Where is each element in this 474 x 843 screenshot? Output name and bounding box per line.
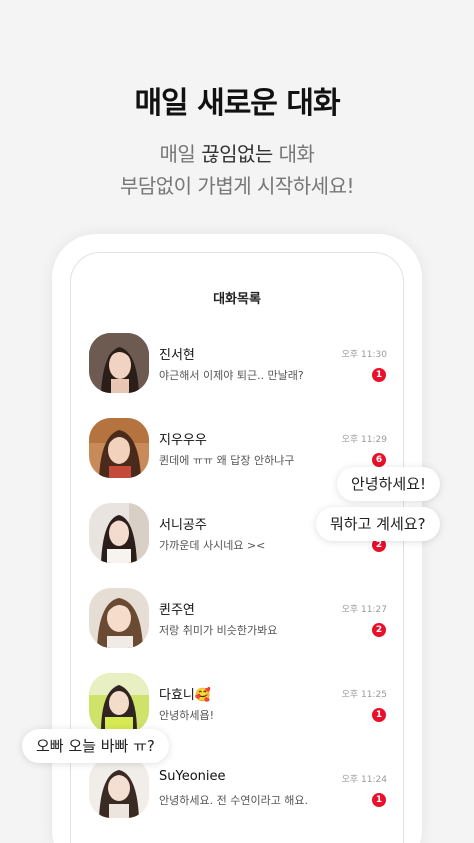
chat-list-item[interactable]: SuYeoniee 안녕하세요. 전 수연이라고 해요. 오후 11:24 1 [89, 758, 389, 818]
speech-bubble-hello: 안녕하세요! [337, 467, 441, 501]
chat-time: 오후 11:30 [341, 350, 387, 360]
avatar [89, 333, 149, 393]
unread-badge: 2 [372, 623, 386, 637]
subline-1: 매일 끊임없는 대화 [0, 138, 474, 167]
chat-name: 퀸주연 [159, 603, 195, 618]
unread-badge: 1 [372, 793, 386, 807]
chat-time: 오후 11:24 [341, 775, 387, 785]
chat-list-item[interactable]: 진서현 야근해서 이제야 퇴근.. 만날래? 오후 11:30 1 [89, 333, 389, 393]
speech-bubble-what-doing: 뭐하고 계세요? [316, 507, 440, 541]
chat-name: 지우우우 [159, 433, 207, 448]
chat-name: 서니공주 [159, 518, 207, 533]
chat-preview: 안녕하세욥! [159, 709, 215, 722]
avatar [89, 503, 149, 563]
chat-preview: 저랑 취미가 비슷한가봐요 [159, 624, 278, 637]
chat-time: 오후 11:29 [341, 435, 387, 445]
page-headline: 매일 새로운 대화 [134, 86, 340, 121]
unread-badge: 1 [372, 368, 386, 382]
subline-1-prefix: 매일 [159, 142, 202, 166]
subline-2: 부담없이 가볍게 시작하세요! [119, 174, 355, 198]
chat-name: 다효니🥰 [159, 688, 212, 703]
chat-preview: 가까운데 사시네요 >< [159, 539, 266, 552]
subline-1-suffix: 대화 [272, 142, 315, 166]
chat-list-item[interactable]: 퀸주연 저랑 취미가 비슷한가봐요 오후 11:27 2 [89, 588, 389, 648]
chat-list-item[interactable]: 다효니🥰 안녕하세욥! 오후 11:25 1 [89, 673, 389, 733]
chat-time: 오후 11:27 [341, 605, 387, 615]
avatar [89, 588, 149, 648]
avatar [89, 758, 149, 818]
chat-name: 진서현 [159, 348, 195, 363]
chat-preview: 안녕하세요. 전 수연이라고 해요. [159, 794, 309, 807]
chat-preview: 퀸데에 ㅠㅠ 왜 답장 안하냐구 [159, 454, 295, 467]
avatar [89, 418, 149, 478]
speech-bubble-busy: 오빠 오늘 바빠 ㅠ? [22, 729, 169, 763]
chat-preview: 야근해서 이제야 퇴근.. 만날래? [159, 369, 304, 382]
unread-badge: 6 [372, 453, 386, 467]
unread-badge: 1 [372, 708, 386, 722]
chat-name: SuYeoniee [159, 769, 226, 784]
subline-1-emphasis: 끊임없는 [201, 142, 273, 166]
chat-time: 오후 11:25 [341, 690, 387, 700]
avatar [89, 673, 149, 733]
screen-title: 대화목록 [213, 292, 261, 307]
